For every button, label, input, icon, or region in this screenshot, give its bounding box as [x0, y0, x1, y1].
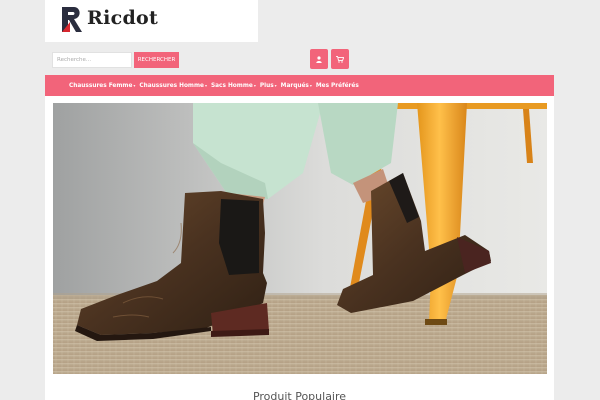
account-button[interactable] — [310, 49, 328, 69]
chevron-down-icon: ▾ — [274, 83, 277, 88]
site-logo[interactable]: Ricdot — [45, 0, 258, 42]
chevron-down-icon: ▾ — [204, 83, 207, 88]
nav-item-mes-pr-f-r-s[interactable]: Mes Préférés — [316, 83, 359, 89]
main-navigation: Chaussures Femme ▾ Chaussures Homme ▾ Sacs H… — [45, 75, 554, 96]
popular-products-heading: Produit Populaire — [252, 390, 347, 400]
chevron-down-icon: ▾ — [309, 83, 312, 88]
nav-item-label: Mes Préférés — [315, 82, 359, 89]
nav-item-sacs-homme[interactable]: Sacs Homme ▾ — [211, 83, 256, 89]
chevron-down-icon: ▾ — [253, 83, 256, 88]
nav-menu: Chaussures Femme ▾ Chaussures Homme ▾ Sacs H… — [69, 75, 363, 96]
user-icon — [316, 55, 322, 63]
hero-photo — [53, 103, 547, 374]
nav-item-chaussures-femme[interactable]: Chaussures Femme ▾ — [69, 83, 135, 89]
nav-item-plus[interactable]: Plus ▾ — [260, 83, 277, 89]
cart-icon — [336, 55, 344, 63]
nav-item-label: Sacs Homme — [210, 82, 253, 89]
brand-name: Ricdot — [87, 7, 159, 29]
hero-banner-image[interactable] — [53, 103, 547, 374]
nav-item-marqu-s[interactable]: Marqués ▾ — [281, 83, 312, 89]
nav-item-chaussures-homme[interactable]: Chaussures Homme ▾ — [139, 83, 207, 89]
ricdot-logo-icon — [62, 7, 82, 32]
search-input[interactable] — [52, 52, 132, 68]
cart-button[interactable] — [331, 49, 349, 69]
nav-item-label: Plus — [259, 82, 274, 89]
nav-item-label: Chaussures Homme — [139, 82, 204, 89]
search-button[interactable]: RECHERCHER — [134, 52, 179, 68]
chevron-down-icon: ▾ — [133, 83, 136, 88]
nav-item-label: Chaussures Femme — [69, 82, 133, 89]
nav-item-label: Marqués — [280, 82, 309, 89]
